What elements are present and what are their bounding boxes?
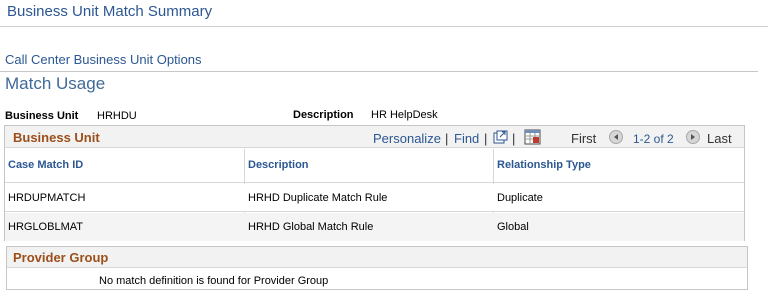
call-center-options-link[interactable]: Call Center Business Unit Options — [5, 52, 202, 67]
description-value: HR HelpDesk — [371, 109, 438, 121]
cell-relationship-type: Global — [497, 221, 529, 233]
view-all-icon[interactable] — [492, 129, 508, 144]
download-to-excel-icon[interactable] — [523, 128, 541, 145]
table-row: HRGLOBLMAT HRHD Global Match Rule Global — [5, 213, 744, 241]
row-count: 1-2 of 2 — [633, 132, 674, 146]
business-unit-label: Business Unit — [5, 110, 79, 122]
nav-separator: | — [484, 131, 488, 146]
provider-group-section: Provider Group No match definition is fo… — [6, 246, 748, 290]
business-unit-value: HRHDU — [97, 110, 137, 122]
previous-arrow-icon[interactable] — [609, 130, 623, 144]
column-header-row: Case Match ID Description Relationship T… — [5, 149, 744, 183]
nav-separator: | — [445, 131, 449, 146]
nav-separator: | — [512, 131, 516, 146]
cell-description: HRHD Duplicate Match Rule — [248, 192, 388, 204]
page-title: Business Unit Match Summary — [7, 3, 213, 20]
grid-header: Business Unit Personalize | Find | | Fir… — [5, 126, 744, 148]
column-header-relationship-type[interactable]: Relationship Type — [497, 159, 591, 171]
cell-description: HRHD Global Match Rule — [248, 221, 374, 233]
provider-group-title: Provider Group — [13, 250, 109, 265]
title-divider — [0, 26, 768, 27]
last-label: Last — [707, 131, 732, 146]
provider-group-message: No match definition is found for Provide… — [99, 275, 329, 287]
next-arrow-icon[interactable] — [686, 130, 700, 144]
cell-case-match-id: HRGLOBLMAT — [8, 221, 83, 233]
first-label: First — [571, 131, 597, 146]
cell-relationship-type: Duplicate — [497, 192, 543, 204]
column-header-description[interactable]: Description — [248, 159, 309, 171]
grid-title: Business Unit — [13, 130, 100, 145]
column-header-case-match-id[interactable]: Case Match ID — [8, 159, 83, 171]
description-label: Description — [293, 109, 354, 121]
section-title: Match Usage — [5, 74, 106, 93]
table-row: HRDUPMATCH HRHD Duplicate Match Rule Dup… — [5, 184, 744, 212]
personalize-link[interactable]: Personalize — [373, 131, 441, 146]
provider-group-header: Provider Group — [7, 247, 747, 268]
business-unit-grid: Business Unit Personalize | Find | | Fir… — [4, 125, 745, 241]
subpage-divider — [0, 71, 758, 72]
cell-case-match-id: HRDUPMATCH — [8, 192, 86, 204]
find-link[interactable]: Find — [454, 131, 479, 146]
